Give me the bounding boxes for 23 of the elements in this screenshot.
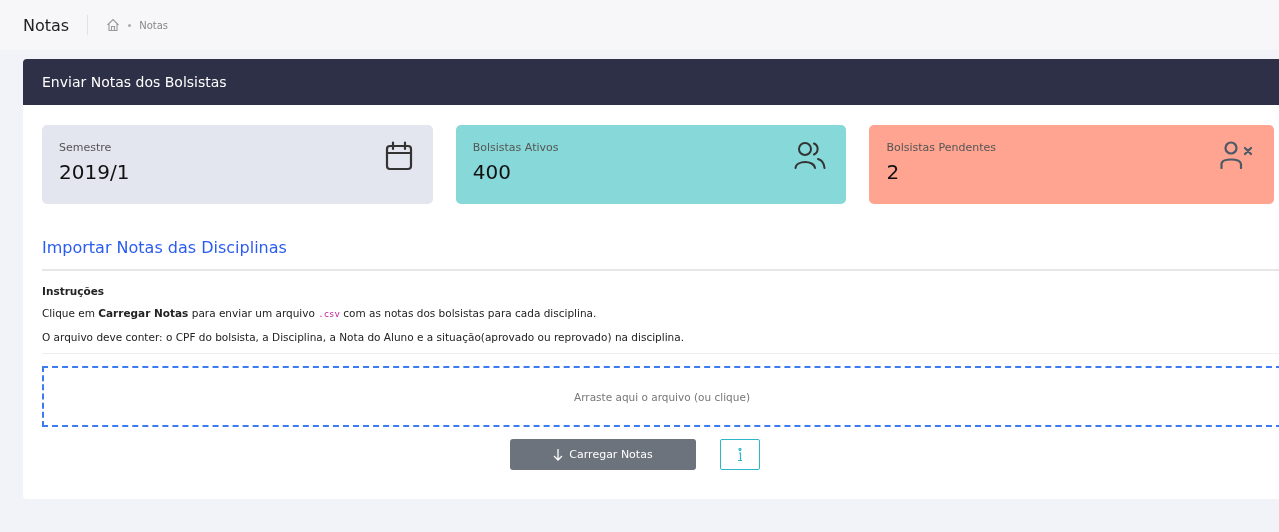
info-icon xyxy=(737,447,743,462)
upload-button[interactable]: Carregar Notas xyxy=(510,439,696,470)
calendar-icon xyxy=(384,141,413,171)
stat-value: 2 xyxy=(886,160,901,184)
stat-label: Bolsistas Ativos xyxy=(472,141,559,154)
instructions-title: Instruções xyxy=(42,285,106,297)
breadcrumb-link[interactable]: Notas xyxy=(139,19,169,31)
panel-title: Enviar Notas dos Bolsistas xyxy=(42,74,227,90)
users-icon xyxy=(794,141,827,169)
stat-label: Semestre xyxy=(59,141,113,154)
stat-value: 2019/1 xyxy=(59,160,130,184)
user-remove-icon xyxy=(1220,141,1254,169)
instruction-text: O arquivo deve conter: o CPF do bolsista, a Disciplina, a Nota do Aluno e a situação(aprovado ou reprovado) na disciplina. xyxy=(42,331,685,343)
info-button[interactable] xyxy=(720,439,760,470)
breadcrumb-separator-icon xyxy=(128,23,132,27)
stat-label: Bolsistas Pendentes xyxy=(886,141,997,154)
file-dropzone[interactable]: Arraste aqui o arquivo (ou clique) xyxy=(42,366,1279,427)
arrow-down-icon xyxy=(553,448,564,461)
home-icon[interactable] xyxy=(106,18,121,32)
instruction-text: Clique em Carregar Notas para enviar um arquivo .csv com as notas dos bolsistas para cada disciplina. xyxy=(42,307,598,319)
section-title: Importar Notas das Disciplinas xyxy=(42,238,288,257)
page-title: Notas xyxy=(23,15,70,35)
stat-value: 400 xyxy=(472,160,512,184)
